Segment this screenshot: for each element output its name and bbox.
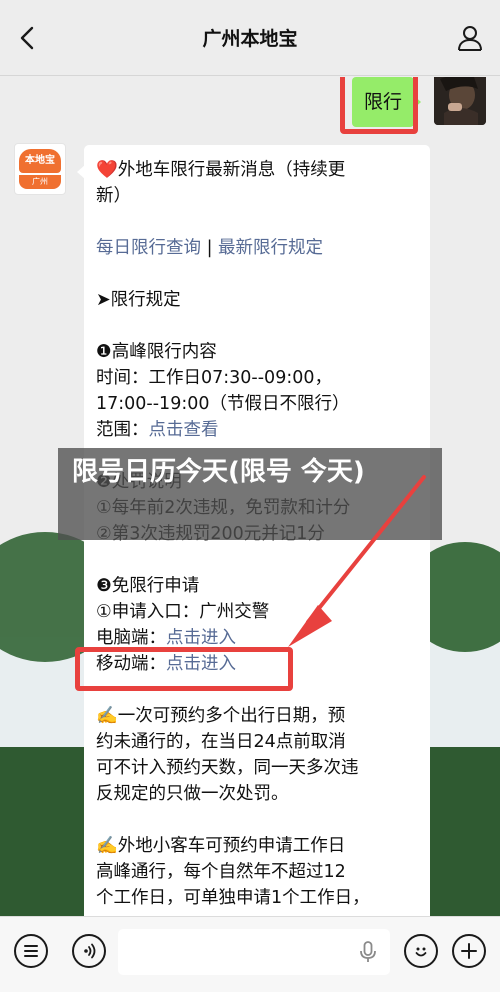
message-link[interactable]: 点击进入	[166, 628, 236, 648]
message-line: 范围：点击查看	[96, 417, 416, 443]
plus-icon	[461, 943, 477, 959]
message-line: 反规定的只做一次处罚。	[96, 784, 289, 804]
voice-icon	[84, 943, 96, 959]
message-line: ❶高峰限行内容	[96, 342, 217, 362]
message-line: 个工作日，可单独申请1个工作日，	[96, 888, 370, 908]
message-link[interactable]: 每日限行查询	[96, 238, 201, 258]
microphone-icon[interactable]	[356, 940, 380, 964]
line-label: 电脑端：	[96, 628, 166, 648]
menu-list-icon	[24, 945, 38, 957]
message-line: 新）	[96, 186, 131, 206]
message-line: ❸免限行申请	[96, 576, 200, 596]
message-line: 高峰通行，每个自然年不超过12	[96, 862, 346, 882]
overlay-title-banner: 限号日历今天(限号 今天)	[58, 448, 442, 540]
emoji-button[interactable]	[404, 934, 438, 968]
message-link-line: 每日限行查询 | 最新限行规定	[96, 235, 416, 261]
message-line: ✍️一次可预约多个出行日期，预	[96, 706, 346, 726]
message-line: ①申请入口：广州交警	[96, 602, 270, 622]
bot-avatar[interactable]: 本地宝 广州	[14, 143, 66, 195]
message-line: 可不计入预约天数，同一天多次违	[96, 758, 359, 778]
voice-button[interactable]	[72, 934, 106, 968]
message-line: ➤限行规定	[96, 290, 181, 310]
message-line: ✍️外地小客车可预约申请工作日	[96, 836, 346, 856]
message-line: 约未通行的，在当日24点前取消	[96, 732, 346, 752]
emoji-icon	[415, 947, 427, 957]
link-separator: |	[201, 238, 219, 258]
menu-button[interactable]	[14, 934, 48, 968]
logo-subtext: 广州	[19, 175, 61, 189]
message-link[interactable]: 最新限行规定	[218, 238, 323, 258]
chat-title: 广州本地宝	[202, 28, 298, 50]
message-link[interactable]: 点击查看	[149, 420, 219, 440]
person-icon	[458, 26, 482, 51]
my-avatar[interactable]	[434, 77, 486, 125]
highlight-box	[340, 77, 418, 134]
input-bar	[0, 916, 500, 992]
overlay-title: 限号日历今天(限号 今天)	[72, 457, 365, 487]
message-line: 17:00--19:00（节假日不限行）	[96, 394, 350, 414]
chat-area[interactable]: 限行 本地宝 广州 ❤️外地车限行最新消息（持续更 新） 每日限行查询 | 最新限行…	[0, 77, 500, 916]
top-navigation-bar: 广州本地宝	[0, 0, 500, 76]
avatar-photo	[434, 77, 486, 125]
highlight-box	[75, 647, 293, 691]
message-line: ❤️外地车限行最新消息（持续更	[96, 160, 346, 180]
more-button[interactable]	[452, 934, 486, 968]
line-label: 范围：	[96, 420, 149, 440]
chat-info-button[interactable]	[452, 20, 488, 56]
message-input[interactable]	[118, 929, 390, 975]
logo-text: 本地宝	[19, 149, 61, 173]
message-line: 时间：工作日07:30--09:00，	[96, 368, 332, 388]
